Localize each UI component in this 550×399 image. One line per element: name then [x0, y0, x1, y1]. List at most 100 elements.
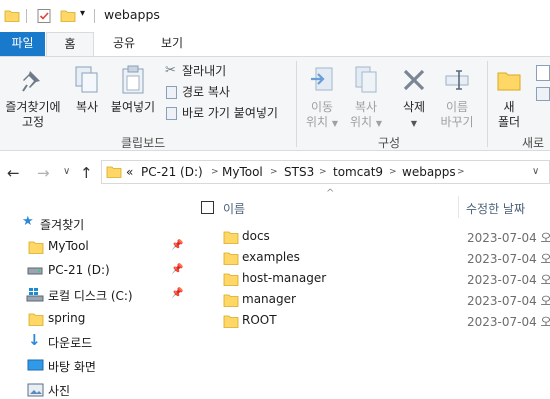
table-row[interactable]: host-manager 2023-07-04 오 — [190, 268, 550, 289]
folder-icon — [28, 313, 44, 326]
cut-button[interactable]: ✂ 잘라내기 — [163, 63, 293, 81]
paste-button[interactable]: 붙여넣기 — [108, 61, 158, 133]
tab-home[interactable]: 홈 — [46, 32, 94, 57]
address-bar[interactable]: « PC-21 (D:) > MyTool > STS3 > tomcat9 >… — [101, 160, 550, 184]
paste-shortcut-button[interactable]: 바로 가기 붙여넣기 — [163, 105, 293, 123]
up-arrow-icon[interactable]: ↑ — [80, 164, 93, 182]
new-folder-button[interactable]: 새 폴더 — [490, 61, 528, 133]
nav-item-label: 즐겨찾기 — [40, 218, 85, 232]
title-bar: ▾ webapps — [0, 0, 550, 32]
nav-item-label: PC-21 (D:) — [48, 263, 110, 277]
copy-path-icon — [166, 86, 177, 99]
copy-path-label: 경로 복사 — [182, 85, 230, 99]
chevron-down-icon[interactable]: ∨ — [532, 166, 539, 177]
table-row[interactable]: docs 2023-07-04 오 — [190, 226, 550, 247]
copy-to-button[interactable]: 복사 위치 ▼ — [344, 61, 388, 133]
nav-item-label: MyTool — [48, 239, 89, 253]
chevron-right-icon[interactable]: > — [389, 167, 397, 177]
table-row[interactable]: manager 2023-07-04 오 — [190, 289, 550, 310]
breadcrumb-sts3[interactable]: STS3 — [284, 165, 314, 179]
breadcrumb-tomcat9[interactable]: tomcat9 — [333, 165, 383, 179]
chevron-right-icon[interactable]: > — [457, 167, 465, 177]
chevron-down-icon: ▼ — [410, 119, 418, 128]
pin-quick-access-button[interactable]: 즐겨찾기에 고정 — [0, 61, 66, 133]
download-icon: ↓ — [28, 331, 41, 349]
forward-arrow-icon[interactable]: → — [37, 164, 50, 182]
nav-item-mytool[interactable]: MyTool 📌 — [0, 235, 190, 259]
file-date: 2023-07-04 오 — [467, 273, 550, 287]
copy-to-label-2: 위치 ▼ — [344, 115, 388, 131]
nav-item-drive-d[interactable]: PC-21 (D:) 📌 — [0, 259, 190, 283]
chevron-down-icon[interactable]: ▾ — [80, 8, 85, 19]
nav-item-spring[interactable]: spring — [0, 307, 190, 331]
copy-path-button[interactable]: 경로 복사 — [163, 84, 293, 102]
new-item-button[interactable] — [532, 63, 550, 107]
organize-group-label: 구성 — [378, 136, 401, 150]
breadcrumb-drive[interactable]: PC-21 (D:) — [141, 165, 203, 179]
pin-label-2: 고정 — [21, 115, 45, 129]
folder-icon — [4, 10, 20, 22]
tab-file[interactable]: 파일 — [0, 32, 45, 56]
group-divider — [296, 61, 297, 147]
tab-share[interactable]: 공유 — [104, 32, 144, 56]
nav-item-label: 로컬 디스크 (C:) — [48, 289, 133, 303]
select-all-checkbox[interactable] — [201, 201, 214, 214]
properties-icon[interactable] — [36, 8, 52, 24]
file-name: manager — [242, 292, 296, 306]
nav-item-pictures[interactable]: 사진 — [0, 378, 190, 399]
move-to-label-1: 이동 — [310, 100, 334, 114]
copy-button[interactable]: 복사 — [68, 61, 106, 133]
divider — [94, 9, 95, 23]
drive-icon — [27, 267, 43, 275]
address-overflow[interactable]: « — [126, 165, 133, 179]
chevron-down-icon: ▼ — [375, 119, 383, 128]
pin-icon: 📌 — [171, 264, 184, 275]
rename-button[interactable]: 이름 바꾸기 — [436, 61, 478, 133]
paste-shortcut-label: 바로 가기 붙여넣기 — [182, 106, 278, 120]
file-date: 2023-07-04 오 — [467, 294, 550, 308]
tab-view[interactable]: 보기 — [152, 32, 192, 56]
chevron-right-icon[interactable]: > — [319, 167, 327, 177]
scissors-icon: ✂ — [165, 63, 176, 78]
column-header-name[interactable]: 이름 — [223, 200, 245, 217]
pin-icon — [22, 71, 40, 92]
file-name: ROOT — [242, 313, 277, 327]
desktop-icon — [27, 359, 44, 371]
navigation-pane: ★ 즐겨찾기 MyTool 📌 PC-21 (D:) 📌 로컬 디스크 (C:)… — [0, 192, 190, 399]
new-folder-label-2: 폴더 — [497, 115, 521, 129]
breadcrumb-mytool[interactable]: MyTool — [222, 165, 263, 179]
chevron-right-icon[interactable]: > — [211, 167, 219, 177]
nav-item-quick-access[interactable]: ★ 즐겨찾기 — [0, 212, 190, 236]
new-folder-icon[interactable] — [60, 8, 76, 24]
pictures-icon — [27, 383, 44, 397]
delete-button[interactable]: 삭제 ▼ — [392, 61, 436, 133]
folder-icon — [223, 252, 239, 265]
folder-icon — [223, 315, 239, 328]
nav-item-label: spring — [48, 311, 86, 325]
back-arrow-icon[interactable]: ← — [7, 164, 20, 182]
cut-label: 잘라내기 — [182, 64, 227, 78]
nav-item-drive-c[interactable]: 로컬 디스크 (C:) 📌 — [0, 283, 190, 307]
column-divider[interactable] — [458, 196, 459, 218]
nav-item-downloads[interactable]: ↓ 다운로드 — [0, 330, 190, 354]
sort-ascending-icon: ^ — [326, 188, 335, 199]
table-row[interactable]: examples 2023-07-04 오 — [190, 247, 550, 268]
group-divider — [487, 61, 488, 147]
table-row[interactable]: ROOT 2023-07-04 오 — [190, 310, 550, 331]
copy-to-label-2-text: 위치 — [349, 115, 373, 129]
window-title: webapps — [104, 7, 160, 22]
pin-icon: 📌 — [171, 240, 184, 251]
delete-icon — [403, 69, 425, 91]
file-name: examples — [242, 250, 300, 264]
file-list: ^ 이름 수정한 날짜 docs 2023-07-04 오 examples 2… — [190, 188, 550, 399]
column-header-modified[interactable]: 수정한 날짜 — [466, 200, 525, 217]
chevron-down-icon[interactable]: ∨ — [63, 166, 70, 177]
move-to-button[interactable]: 이동 위치 ▼ — [302, 61, 342, 133]
move-to-label-2-text: 위치 — [305, 115, 329, 129]
copy-to-label-1: 복사 — [354, 100, 378, 114]
easy-access-icon — [536, 87, 550, 101]
nav-item-desktop[interactable]: 바탕 화면 — [0, 354, 190, 378]
chevron-right-icon[interactable]: > — [270, 167, 278, 177]
breadcrumb-webapps[interactable]: webapps — [402, 165, 456, 179]
clipboard-group-label: 클립보드 — [121, 136, 166, 150]
